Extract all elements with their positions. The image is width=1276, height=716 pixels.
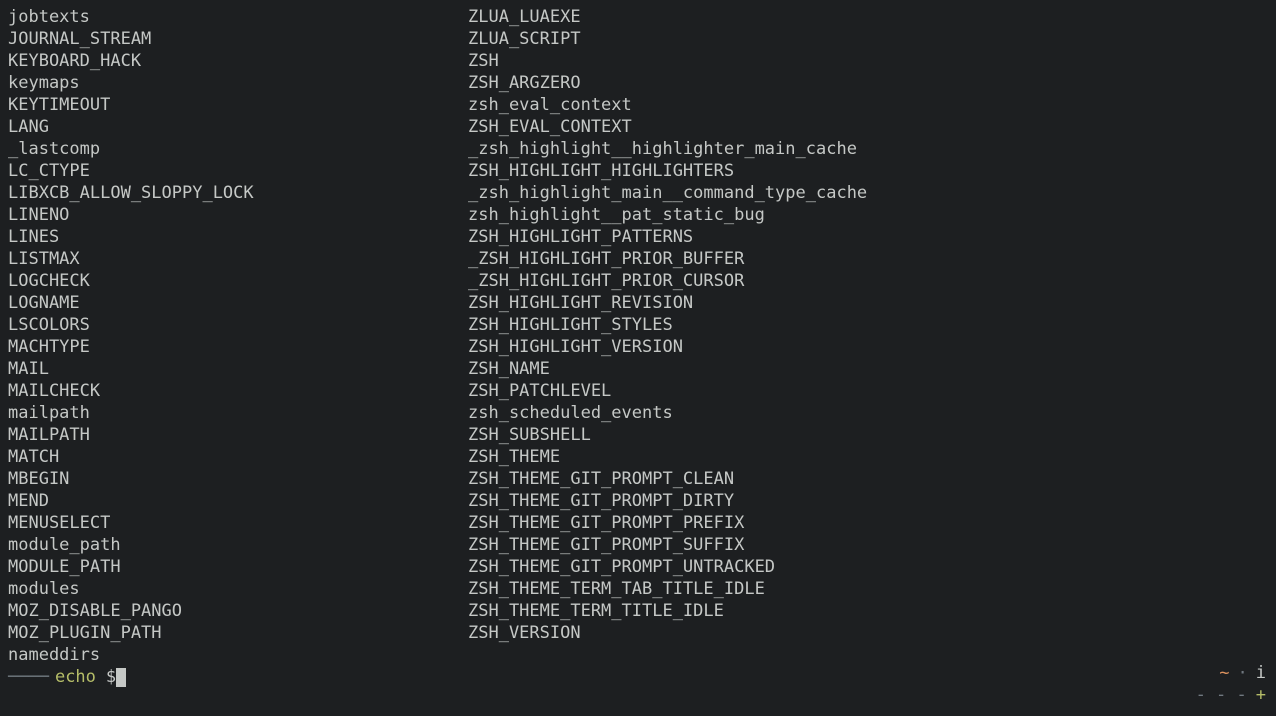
- completion-item[interactable]: LINENO: [8, 204, 468, 226]
- completion-item[interactable]: MOZ_PLUGIN_PATH: [8, 622, 468, 644]
- completion-item[interactable]: MACHTYPE: [8, 336, 468, 358]
- completion-item[interactable]: ZSH_PATCHLEVEL: [468, 380, 1268, 402]
- completion-item[interactable]: ZLUA_SCRIPT: [468, 28, 1268, 50]
- completion-item[interactable]: ZSH_THEME: [468, 446, 1268, 468]
- completion-item[interactable]: ZSH_THEME_GIT_PROMPT_UNTRACKED: [468, 556, 1268, 578]
- cursor-block: [116, 668, 126, 687]
- completion-item[interactable]: ZSH_HIGHLIGHT_VERSION: [468, 336, 1268, 358]
- completion-item[interactable]: _zsh_highlight__highlighter_main_cache: [468, 138, 1268, 160]
- completion-item[interactable]: KEYBOARD_HACK: [8, 50, 468, 72]
- completion-item[interactable]: LOGNAME: [8, 292, 468, 314]
- completion-item[interactable]: jobtexts: [8, 6, 468, 28]
- completion-item[interactable]: LIBXCB_ALLOW_SLOPPY_LOCK: [8, 182, 468, 204]
- status-right-line1: ~ · i: [1219, 662, 1266, 684]
- completion-item[interactable]: ZLUA_LUAEXE: [468, 6, 1268, 28]
- completion-item[interactable]: ZSH: [468, 50, 1268, 72]
- completion-item[interactable]: MAILPATH: [8, 424, 468, 446]
- completion-item[interactable]: _ZSH_HIGHLIGHT_PRIOR_CURSOR: [468, 270, 1268, 292]
- status-cwd: ~: [1219, 662, 1229, 684]
- completion-item[interactable]: zsh_scheduled_events: [468, 402, 1268, 424]
- prompt-line[interactable]: ──── echo $: [8, 666, 1268, 688]
- completion-item[interactable]: modules: [8, 578, 468, 600]
- completion-item[interactable]: JOURNAL_STREAM: [8, 28, 468, 50]
- completion-item[interactable]: ZSH_HIGHLIGHT_STYLES: [468, 314, 1268, 336]
- completion-item[interactable]: LANG: [8, 116, 468, 138]
- completion-item[interactable]: _ZSH_HIGHLIGHT_PRIOR_BUFFER: [468, 248, 1268, 270]
- completion-list: jobtextsJOURNAL_STREAMKEYBOARD_HACKkeyma…: [8, 6, 1268, 666]
- prompt-prefix-dashes: ────: [8, 666, 49, 688]
- completion-item[interactable]: MENUSELECT: [8, 512, 468, 534]
- completion-item[interactable]: LOGCHECK: [8, 270, 468, 292]
- completion-item[interactable]: ZSH_ARGZERO: [468, 72, 1268, 94]
- completion-item[interactable]: LSCOLORS: [8, 314, 468, 336]
- completion-item[interactable]: LINES: [8, 226, 468, 248]
- completion-item[interactable]: module_path: [8, 534, 468, 556]
- completion-item[interactable]: ZSH_EVAL_CONTEXT: [468, 116, 1268, 138]
- prompt-argument: $: [106, 666, 116, 688]
- completion-item[interactable]: ZSH_THEME_GIT_PROMPT_PREFIX: [468, 512, 1268, 534]
- status-dashes: - - -: [1196, 684, 1247, 706]
- completion-item[interactable]: keymaps: [8, 72, 468, 94]
- status-separator-dot: ·: [1238, 662, 1248, 684]
- completion-item[interactable]: ZSH_THEME_GIT_PROMPT_DIRTY: [468, 490, 1268, 512]
- completion-item[interactable]: MAILCHECK: [8, 380, 468, 402]
- terminal-window[interactable]: jobtextsJOURNAL_STREAMKEYBOARD_HACKkeyma…: [0, 0, 1276, 716]
- completion-item[interactable]: ZSH_SUBSHELL: [468, 424, 1268, 446]
- completion-item[interactable]: ZSH_THEME_TERM_TITLE_IDLE: [468, 600, 1268, 622]
- completion-item[interactable]: ZSH_THEME_GIT_PROMPT_CLEAN: [468, 468, 1268, 490]
- completion-item[interactable]: ZSH_THEME_GIT_PROMPT_SUFFIX: [468, 534, 1268, 556]
- completion-item[interactable]: ZSH_VERSION: [468, 622, 1268, 644]
- completion-item[interactable]: MAIL: [8, 358, 468, 380]
- completion-item[interactable]: zsh_highlight__pat_static_bug: [468, 204, 1268, 226]
- completion-item[interactable]: _zsh_highlight_main__command_type_cache: [468, 182, 1268, 204]
- completion-item[interactable]: ZSH_NAME: [468, 358, 1268, 380]
- status-plus-icon: +: [1256, 684, 1266, 706]
- completion-item[interactable]: mailpath: [8, 402, 468, 424]
- prompt-command: echo: [55, 666, 96, 688]
- completion-item[interactable]: MODULE_PATH: [8, 556, 468, 578]
- completion-item[interactable]: KEYTIMEOUT: [8, 94, 468, 116]
- status-vi-mode: i: [1256, 662, 1266, 684]
- completion-item[interactable]: LC_CTYPE: [8, 160, 468, 182]
- completion-item[interactable]: ZSH_THEME_TERM_TAB_TITLE_IDLE: [468, 578, 1268, 600]
- completion-item[interactable]: MBEGIN: [8, 468, 468, 490]
- completion-item[interactable]: _lastcomp: [8, 138, 468, 160]
- completion-item[interactable]: ZSH_HIGHLIGHT_PATTERNS: [468, 226, 1268, 248]
- completion-item[interactable]: LISTMAX: [8, 248, 468, 270]
- completion-item[interactable]: nameddirs: [8, 644, 468, 666]
- completion-item[interactable]: MATCH: [8, 446, 468, 468]
- completion-item[interactable]: zsh_eval_context: [468, 94, 1268, 116]
- completion-item[interactable]: ZSH_HIGHLIGHT_REVISION: [468, 292, 1268, 314]
- completion-item[interactable]: MOZ_DISABLE_PANGO: [8, 600, 468, 622]
- completion-item[interactable]: MEND: [8, 490, 468, 512]
- completion-item[interactable]: ZSH_HIGHLIGHT_HIGHLIGHTERS: [468, 160, 1268, 182]
- status-right-line2: - - - +: [1193, 684, 1266, 706]
